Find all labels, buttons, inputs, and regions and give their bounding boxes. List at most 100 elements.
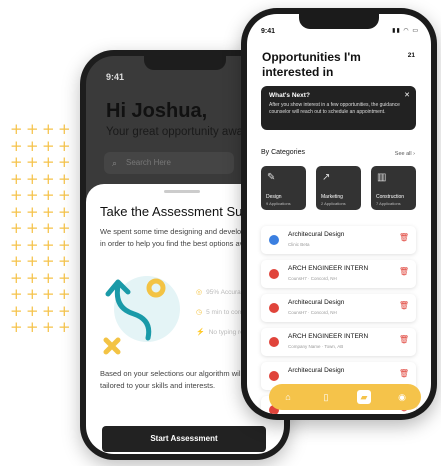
- path-illustration: [100, 268, 190, 358]
- plus-icon: +: [10, 186, 23, 204]
- company-logo-icon: [269, 371, 279, 381]
- greeting-subtitle: Your great opportunity awaits: [106, 126, 255, 138]
- plus-icon: +: [58, 235, 71, 254]
- plus-icon: +: [10, 318, 23, 336]
- plus-icon: +: [26, 219, 39, 237]
- plus-icon: +: [26, 202, 39, 221]
- path-arrow-icon: [103, 278, 166, 355]
- plus-icon: +: [10, 235, 23, 254]
- phone-icon[interactable]: ▯: [319, 390, 333, 404]
- trash-icon[interactable]: 🗑: [399, 369, 409, 378]
- greeting-title: Hi Joshua,: [106, 100, 208, 122]
- opportunity-title: Architecural Design: [288, 299, 345, 306]
- trash-icon[interactable]: 🗑: [399, 335, 409, 344]
- opportunity-subtitle: CounsH7 · Concord, NH: [288, 310, 337, 315]
- opportunity-subtitle: Company Name · Town, AB: [288, 344, 344, 349]
- plus-icon: +: [42, 169, 55, 188]
- plus-icon: +: [42, 219, 55, 237]
- plus-icon: +: [26, 235, 39, 254]
- whats-next-text: After you show interest in a few opportu…: [269, 102, 400, 115]
- plus-icon: +: [26, 301, 39, 320]
- plus-icon: +: [42, 136, 55, 155]
- opportunity-title: Architecural Design: [288, 231, 345, 238]
- plus-icon: +: [42, 318, 55, 336]
- opportunity-card[interactable]: Architecural Design Clinic Beta 🗑: [261, 226, 416, 254]
- plus-icon: +: [58, 252, 71, 270]
- see-all-link[interactable]: See all ›: [395, 151, 415, 157]
- signal-wifi-battery-icon: ▮▮ ◠ ▭: [392, 28, 419, 34]
- plus-icon: +: [26, 153, 39, 171]
- status-time: 9:41: [261, 28, 276, 35]
- opportunity-title: Architecural Design: [288, 367, 345, 374]
- phone-notch: [299, 14, 379, 29]
- phone-notch: [144, 56, 226, 70]
- plus-icon: +: [10, 285, 23, 303]
- plus-icon: +: [58, 202, 71, 221]
- plus-icon: +: [26, 169, 39, 188]
- status-time: 9:41: [106, 72, 125, 82]
- categories-heading: By Categories: [261, 149, 305, 156]
- page-title: Opportunities I'm interested in: [262, 50, 361, 79]
- plus-icon: +: [58, 120, 71, 138]
- company-logo-icon: [269, 235, 279, 245]
- plus-icon: +: [26, 268, 39, 287]
- opportunity-title: ARCH ENGINEER INTERN: [288, 265, 369, 272]
- opportunity-card[interactable]: ARCH ENGINEER INTERN Company Name · Town,…: [261, 328, 416, 356]
- opportunities-screen: 9:41 ▮▮ ◠ ▭ Opportunities I'm interested…: [247, 14, 431, 414]
- plus-icon: +: [58, 301, 71, 320]
- plus-icon: +: [10, 268, 23, 287]
- plus-icon: +: [10, 136, 23, 155]
- opportunity-title: ARCH ENGINEER INTERN: [288, 333, 369, 340]
- target-icon: ◎: [196, 289, 203, 296]
- plus-icon: +: [42, 285, 55, 303]
- plus-icon: +: [42, 252, 55, 270]
- plus-icon: +: [42, 186, 55, 204]
- plus-icon: +: [10, 219, 23, 237]
- plus-icon: +: [42, 120, 55, 138]
- trash-icon[interactable]: 🗑: [399, 267, 409, 276]
- whats-next-card: What's Next? After you show interest in …: [261, 86, 416, 130]
- plus-icon: +: [42, 301, 55, 320]
- design-icon: ✎: [267, 172, 276, 183]
- category-marketing[interactable]: ↗ Marketing 2 Applications: [316, 166, 361, 210]
- plus-icon: +: [26, 252, 39, 270]
- plus-icon: +: [42, 153, 55, 171]
- opportunities-phone: 9:41 ▮▮ ◠ ▭ Opportunities I'm interested…: [241, 8, 437, 420]
- company-logo-icon: [269, 303, 279, 313]
- plus-icon: +: [58, 153, 71, 171]
- close-icon[interactable]: ✕: [404, 91, 410, 99]
- search-placeholder: Search Here: [126, 158, 171, 167]
- plus-icon: +: [42, 235, 55, 254]
- home-icon[interactable]: ⌂: [281, 390, 295, 404]
- company-logo-icon: [269, 337, 279, 347]
- category-design[interactable]: ✎ Design 9 Applications: [261, 166, 306, 210]
- sheet-handle[interactable]: [164, 190, 200, 193]
- opportunity-subtitle: CounsH7 · Concord, NH: [288, 276, 337, 281]
- plus-icon: +: [26, 136, 39, 155]
- bottom-navigation: ⌂ ▯ ▰ ◉: [269, 384, 421, 410]
- plus-icon: +: [42, 268, 55, 287]
- opportunity-count: 21: [407, 52, 415, 59]
- building-icon: ▥: [377, 172, 387, 183]
- plus-icon: +: [58, 219, 71, 237]
- category-construction[interactable]: ▥ Construction 7 Applications: [371, 166, 416, 210]
- start-assessment-button[interactable]: Start Assessment: [102, 426, 266, 452]
- plus-icon: +: [58, 169, 71, 188]
- plus-icon: +: [58, 136, 71, 155]
- search-input[interactable]: ⌕ Search Here: [104, 152, 234, 174]
- plus-icon: +: [58, 318, 71, 336]
- whats-next-title: What's Next?: [269, 92, 310, 99]
- trash-icon[interactable]: 🗑: [399, 233, 409, 242]
- opportunity-card[interactable]: ARCH ENGINEER INTERN CounsH7 · Concord, N…: [261, 260, 416, 288]
- plus-icon: +: [26, 285, 39, 303]
- plus-icon: +: [10, 202, 23, 221]
- plus-icon: +: [42, 202, 55, 221]
- plus-icon: +: [10, 153, 23, 171]
- plus-icon: +: [10, 301, 23, 320]
- profile-icon[interactable]: ◉: [395, 390, 409, 404]
- plus-icon: +: [10, 169, 23, 188]
- trash-icon[interactable]: 🗑: [399, 301, 409, 310]
- plus-icon: +: [26, 318, 39, 336]
- opportunity-card[interactable]: Architecural Design CounsH7 · Concord, NH…: [261, 294, 416, 322]
- folder-icon[interactable]: ▰: [357, 390, 371, 404]
